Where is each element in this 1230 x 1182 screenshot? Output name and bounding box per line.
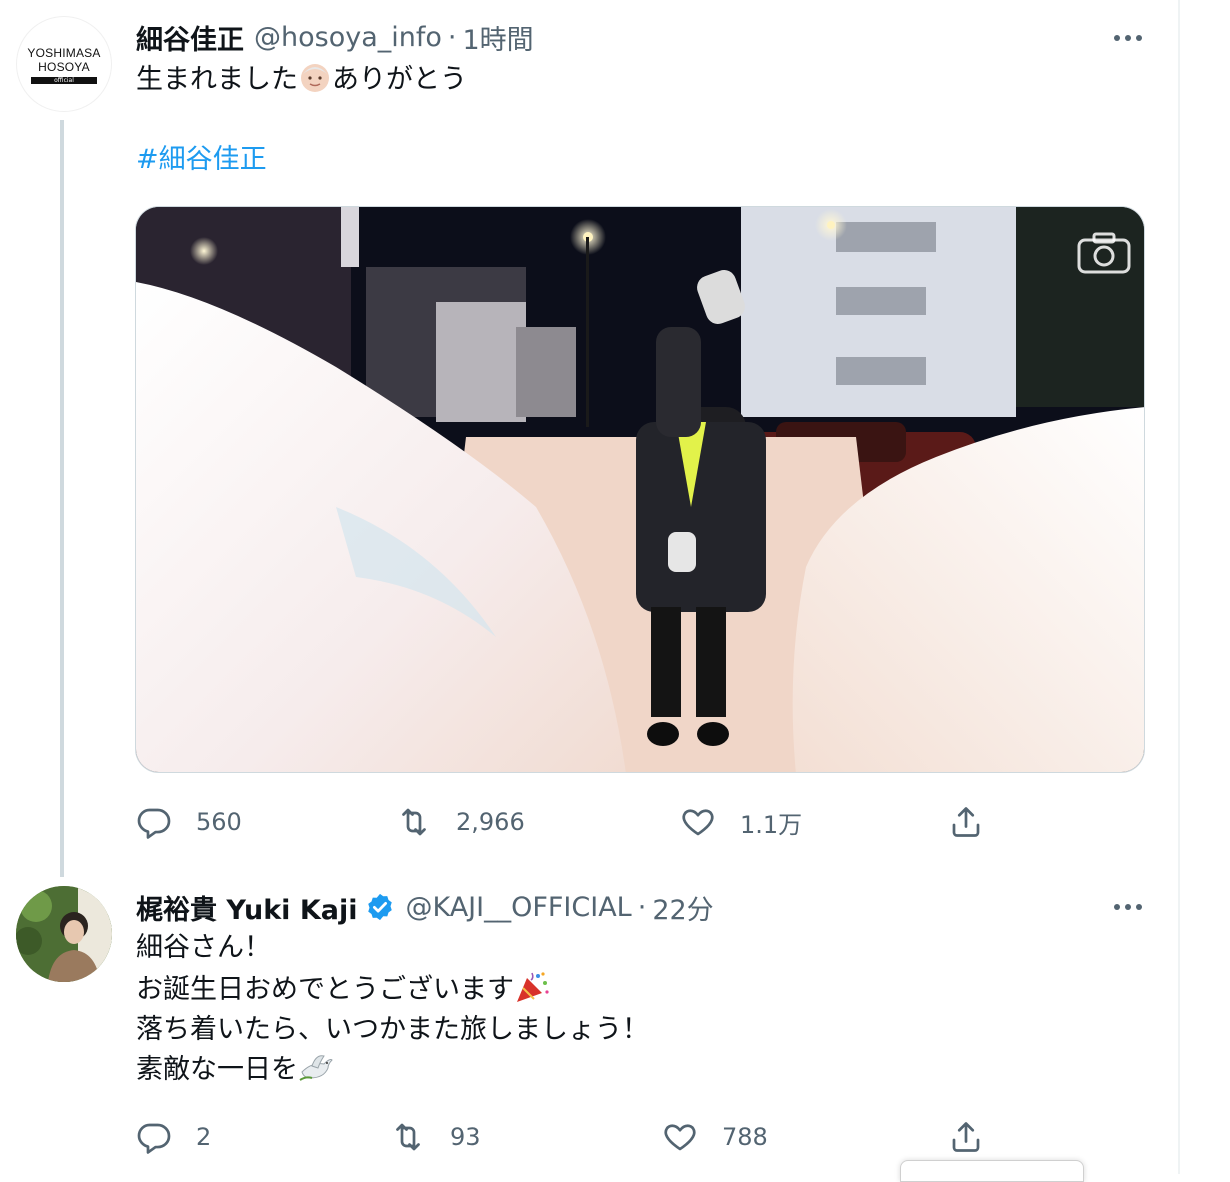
logo-line-3: official — [31, 77, 97, 84]
like-count: 788 — [722, 1123, 768, 1151]
retweet-icon — [396, 1123, 420, 1151]
tweet-hosoya[interactable]: YOSHIMASA HOSOYA official 細谷佳正 @hosoya_i… — [0, 0, 1178, 877]
reply-button[interactable]: 2 — [136, 1117, 211, 1157]
new-tweets-popup-edge[interactable] — [900, 1160, 1084, 1182]
tweet-header: 梶裕貴 Yuki Kaji @KAJI__OFFICIAL · 22分 — [136, 888, 714, 927]
tweet-text-line-4: 素敵な一日を — [136, 1050, 334, 1096]
author-name[interactable]: 梶裕貴 Yuki Kaji — [136, 888, 357, 927]
reply-count: 560 — [196, 808, 242, 836]
tweet-text-line-1: 細谷さん！ — [136, 932, 271, 963]
author-name[interactable]: 細谷佳正 — [136, 18, 244, 57]
tweet-header: 細谷佳正 @hosoya_info · 1時間 — [136, 18, 534, 57]
more-options-icon[interactable] — [1110, 30, 1146, 46]
baby-face-emoji-icon — [298, 60, 332, 106]
tweet-media-photo[interactable] — [135, 206, 1145, 773]
share-icon — [952, 1122, 980, 1152]
tweet-text-line-3: 落ち着いたら、いつかまた旅しましょう！ — [136, 1014, 649, 1045]
share-icon — [952, 807, 980, 837]
hashtag-link[interactable]: #細谷佳正 — [136, 140, 267, 180]
tweet-timestamp[interactable]: 1時間 — [462, 18, 533, 57]
thread-connector-line — [60, 120, 64, 877]
share-button[interactable] — [948, 802, 984, 842]
tweet-text-line-4-text: 素敵な一日を — [136, 1054, 298, 1085]
tweet-actions: 560 2,966 1.1万 — [136, 802, 996, 842]
retweet-count: 93 — [450, 1123, 481, 1151]
like-button[interactable]: 1.1万 — [680, 802, 802, 842]
dove-icon — [298, 1050, 334, 1096]
heart-icon — [682, 809, 714, 836]
tweet-kaji[interactable]: 梶裕貴 Yuki Kaji @KAJI__OFFICIAL · 22分 細谷さん… — [0, 870, 1178, 1174]
verified-badge-icon — [365, 892, 395, 922]
author-handle[interactable]: @KAJI__OFFICIAL — [405, 892, 631, 923]
heart-icon — [664, 1124, 696, 1151]
tweet-timestamp[interactable]: 22分 — [652, 888, 713, 927]
reply-count: 2 — [196, 1123, 212, 1151]
author-handle[interactable]: @hosoya_info — [254, 22, 442, 53]
tweet-text-line-2-text: お誕生日おめでとうございます — [136, 974, 514, 1005]
retweet-icon — [402, 808, 426, 836]
avatar-kaji-photo — [16, 886, 112, 982]
header-separator: · — [637, 891, 647, 923]
reply-button[interactable]: 560 — [136, 802, 242, 842]
timeline-right-border — [1178, 0, 1180, 1174]
logo-line-2: HOSOYA — [38, 60, 90, 74]
logo-line-1: YOSHIMASA — [27, 46, 101, 60]
avatar-kaji[interactable] — [16, 886, 112, 982]
header-separator: · — [447, 21, 457, 53]
reply-icon — [137, 1123, 171, 1154]
like-count: 1.1万 — [740, 810, 803, 839]
tweet-actions: 2 93 788 — [136, 1117, 996, 1157]
more-options-icon[interactable] — [1110, 899, 1146, 915]
reply-icon — [137, 808, 171, 839]
retweet-button[interactable]: 93 — [390, 1117, 481, 1157]
share-button[interactable] — [948, 1117, 984, 1157]
tweet-text-part-1: 生まれました — [136, 64, 298, 95]
retweet-button[interactable]: 2,966 — [396, 802, 525, 842]
snow-street-photo — [136, 207, 1144, 772]
like-button[interactable]: 788 — [662, 1117, 768, 1157]
retweet-count: 2,966 — [456, 808, 525, 836]
tweet-text: 生まれました ありがとう — [136, 60, 467, 106]
avatar-hosoya-logo[interactable]: YOSHIMASA HOSOYA official — [16, 16, 112, 112]
tweet-text-part-2: ありがとう — [332, 64, 467, 95]
camera-icon — [1076, 231, 1132, 275]
